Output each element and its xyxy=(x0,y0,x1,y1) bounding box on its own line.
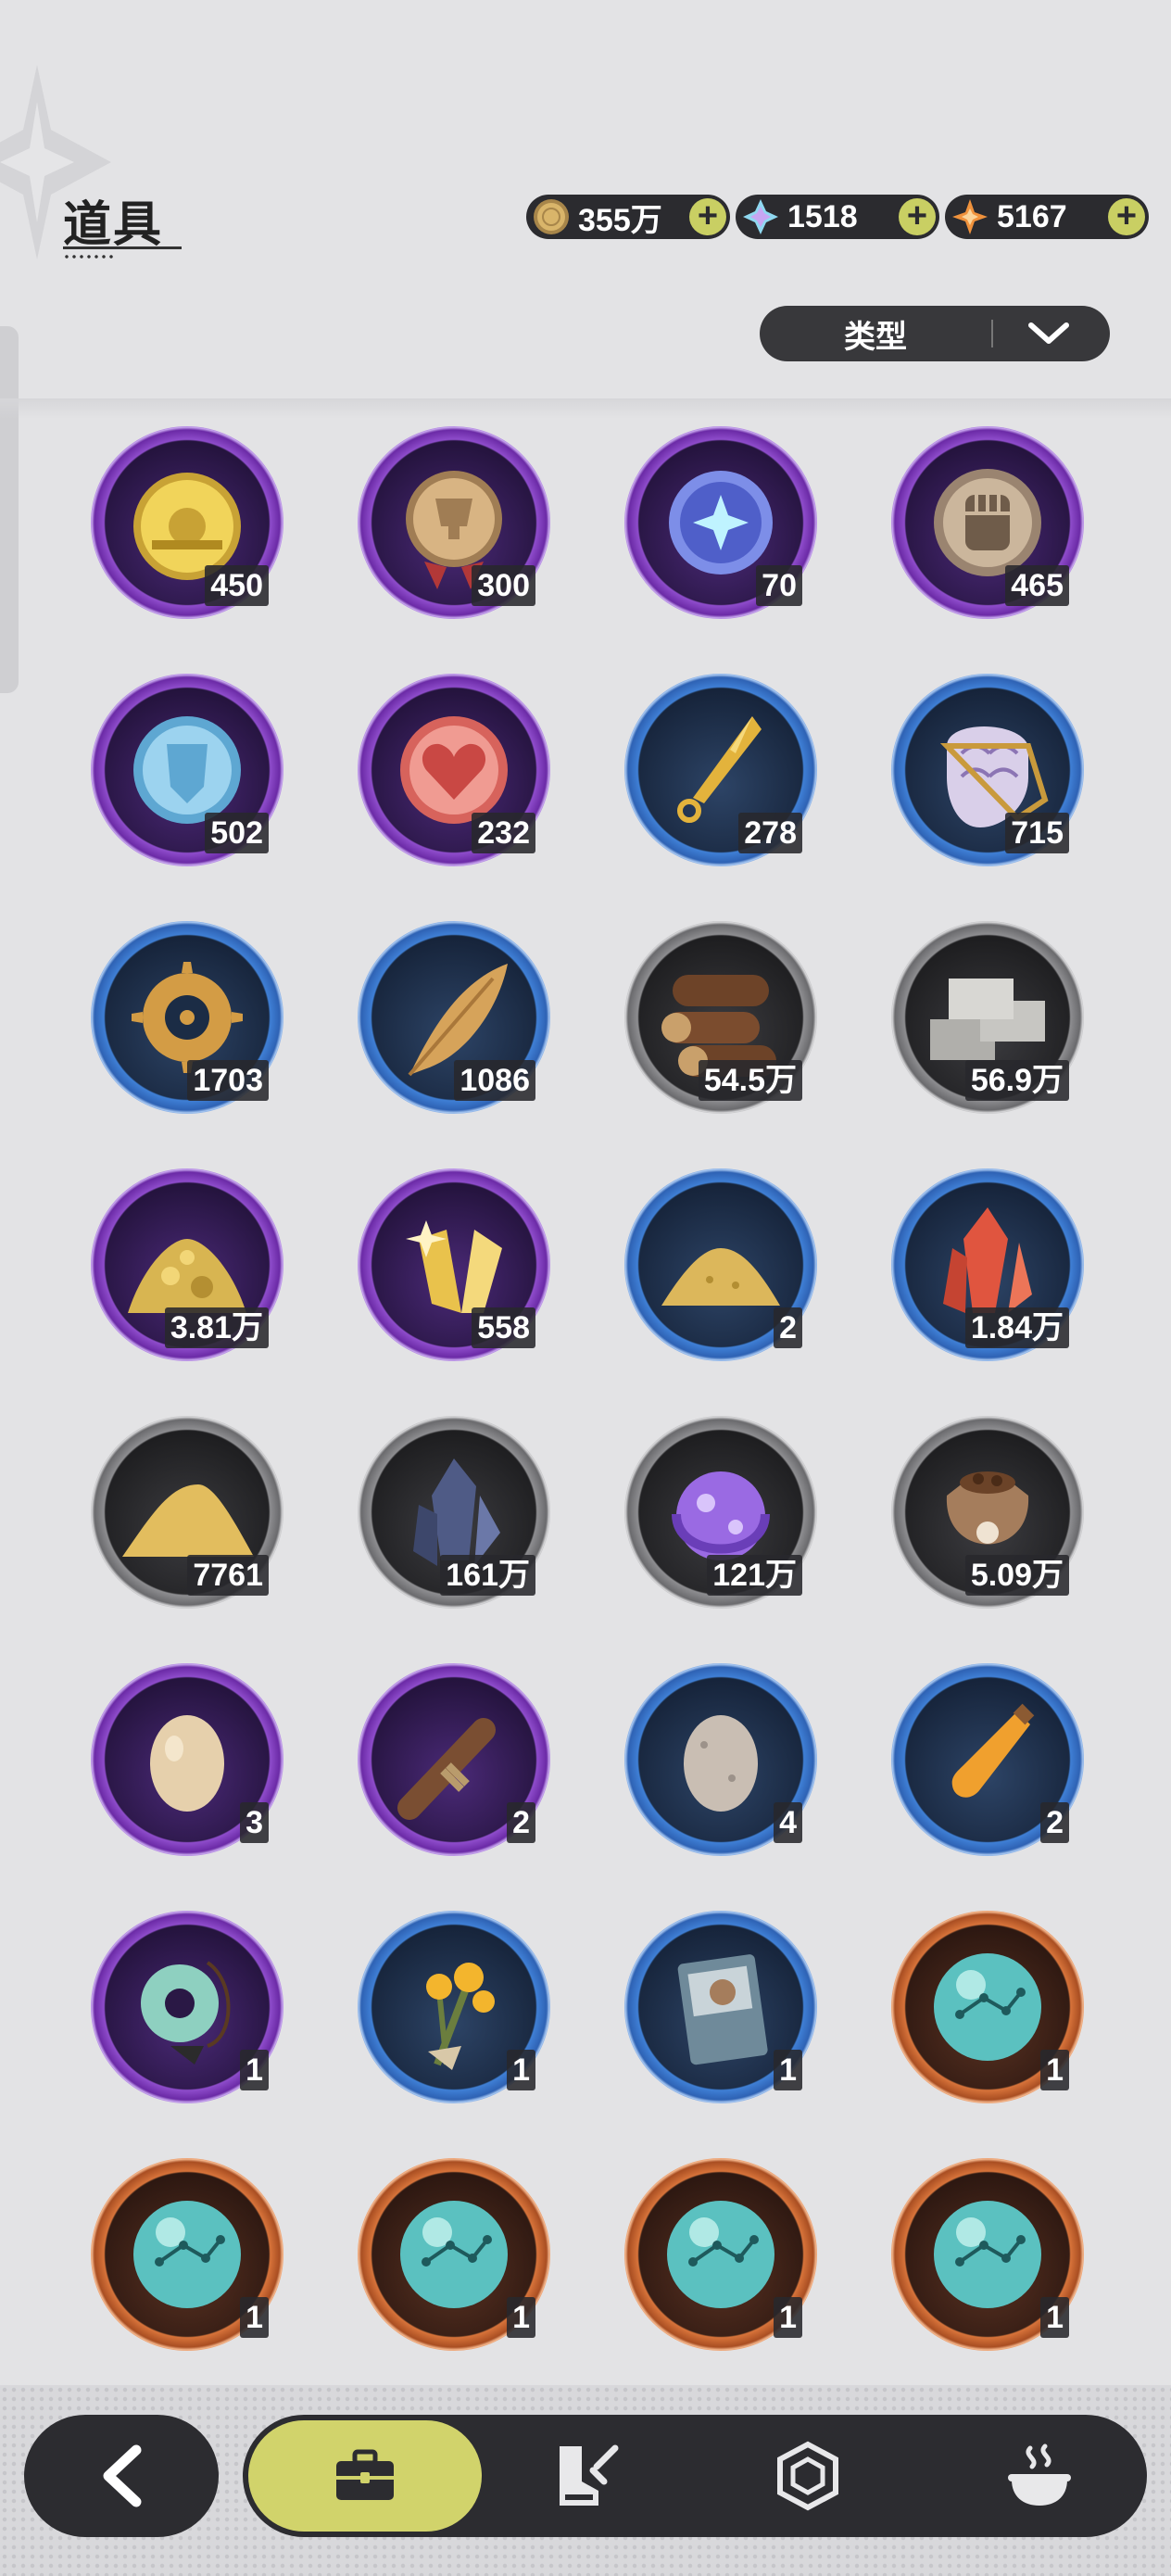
inventory-item-star-orb-coin[interactable]: 70 xyxy=(624,426,817,619)
inventory-item-constellation-orb-1[interactable]: 1 xyxy=(891,1911,1084,2103)
item-count: 5.09万 xyxy=(964,1555,1069,1596)
inventory-item-golden-blade[interactable]: 278 xyxy=(624,674,817,866)
inventory-item-constellation-orb-5[interactable]: 1 xyxy=(891,2158,1084,2351)
item-count: 1.84万 xyxy=(964,1307,1069,1348)
bottom-nav-bar xyxy=(243,2415,1147,2537)
inventory-item-sand-pile[interactable]: 7761 xyxy=(91,1416,283,1609)
inventory-item-wood-logs[interactable]: 54.5万 xyxy=(624,921,817,1114)
item-count: 2 xyxy=(774,1307,802,1348)
inventory-screen: 道具 355万 + 1518 + 5167 + 类型 450 300 70 46… xyxy=(0,0,1171,2576)
inventory-item-dragon-scale[interactable]: 715 xyxy=(891,674,1084,866)
item-count: 558 xyxy=(472,1307,535,1348)
item-count: 3 xyxy=(240,1802,269,1843)
inventory-item-stone-bricks[interactable]: 56.9万 xyxy=(891,921,1084,1114)
item-count: 465 xyxy=(1005,565,1069,606)
cooking-pot-icon xyxy=(1008,2443,1071,2506)
item-count: 502 xyxy=(205,813,269,853)
inventory-item-gold-dust-pile[interactable]: 2 xyxy=(624,1168,817,1361)
inventory-item-soccer-coin[interactable]: 450 xyxy=(91,426,283,619)
item-count: 278 xyxy=(738,813,802,853)
item-count: 450 xyxy=(205,565,269,606)
item-count: 2 xyxy=(1040,1802,1069,1843)
back-button[interactable] xyxy=(24,2415,219,2537)
item-count: 1 xyxy=(774,2050,802,2090)
inventory-item-fist-coin[interactable]: 465 xyxy=(891,426,1084,619)
inventory-item-gold-crystal-shards[interactable]: 558 xyxy=(358,1168,550,1361)
item-count: 1086 xyxy=(454,1060,535,1101)
hexagon-gem-icon xyxy=(777,2441,838,2511)
inventory-item-blue-ore-crystal[interactable]: 161万 xyxy=(358,1416,550,1609)
item-count: 3.81万 xyxy=(164,1307,269,1348)
inventory-item-golden-gear[interactable]: 1703 xyxy=(91,921,283,1114)
item-count: 161万 xyxy=(440,1555,535,1596)
inventory-item-constellation-orb-3[interactable]: 1 xyxy=(358,2158,550,2351)
boot-sword-icon xyxy=(560,2444,619,2506)
item-count: 4 xyxy=(774,1802,802,1843)
back-arrow-icon xyxy=(103,2444,142,2507)
item-count: 232 xyxy=(472,813,535,853)
item-count: 1 xyxy=(240,2050,269,2090)
inventory-item-rope-bundle[interactable]: 2 xyxy=(358,1663,550,1856)
inventory-item-golden-leaf[interactable]: 1086 xyxy=(358,921,550,1114)
inventory-item-purple-orb[interactable]: 121万 xyxy=(624,1416,817,1609)
inventory-item-jade-pendant[interactable]: 1 xyxy=(91,1911,283,2103)
item-count: 56.9万 xyxy=(964,1060,1069,1101)
inventory-item-gold-ore-pile[interactable]: 3.81万 xyxy=(91,1168,283,1361)
inventory-item-gray-egg[interactable]: 4 xyxy=(624,1663,817,1856)
item-grid: 450 300 70 465 502 232 278 715 1703 1086 54.5万 56.9… xyxy=(0,0,1171,2372)
item-count: 7761 xyxy=(187,1555,269,1596)
item-count: 1 xyxy=(507,2297,535,2338)
item-count: 54.5万 xyxy=(698,1060,802,1101)
tab-gems[interactable] xyxy=(743,2415,873,2537)
tab-items[interactable] xyxy=(248,2420,482,2532)
inventory-item-shield-coin[interactable]: 502 xyxy=(91,674,283,866)
item-count: 1 xyxy=(507,2050,535,2090)
item-count: 1703 xyxy=(187,1060,269,1101)
item-count: 300 xyxy=(472,565,535,606)
inventory-item-heart-coin[interactable]: 232 xyxy=(358,674,550,866)
item-count: 715 xyxy=(1005,813,1069,853)
inventory-item-recipe-card[interactable]: 1 xyxy=(624,1911,817,2103)
item-count: 1 xyxy=(1040,2050,1069,2090)
inventory-item-red-crystal[interactable]: 1.84万 xyxy=(891,1168,1084,1361)
item-count: 1 xyxy=(774,2297,802,2338)
item-count: 121万 xyxy=(707,1555,802,1596)
inventory-item-seed-sack[interactable]: 5.09万 xyxy=(891,1416,1084,1609)
item-count: 1 xyxy=(1040,2297,1069,2338)
briefcase-icon xyxy=(336,2449,394,2500)
tab-equipment[interactable] xyxy=(521,2415,650,2537)
inventory-item-constellation-orb-4[interactable]: 1 xyxy=(624,2158,817,2351)
inventory-item-constellation-orb-2[interactable]: 1 xyxy=(91,2158,283,2351)
inventory-item-trophy-medal[interactable]: 300 xyxy=(358,426,550,619)
inventory-item-brown-egg[interactable]: 3 xyxy=(91,1663,283,1856)
inventory-item-flower-bouquet[interactable]: 1 xyxy=(358,1911,550,2103)
item-count: 70 xyxy=(756,565,802,606)
item-count: 1 xyxy=(240,2297,269,2338)
inventory-item-potion-vial[interactable]: 2 xyxy=(891,1663,1084,1856)
item-count: 2 xyxy=(507,1802,535,1843)
tab-cooking[interactable] xyxy=(965,2415,1114,2537)
